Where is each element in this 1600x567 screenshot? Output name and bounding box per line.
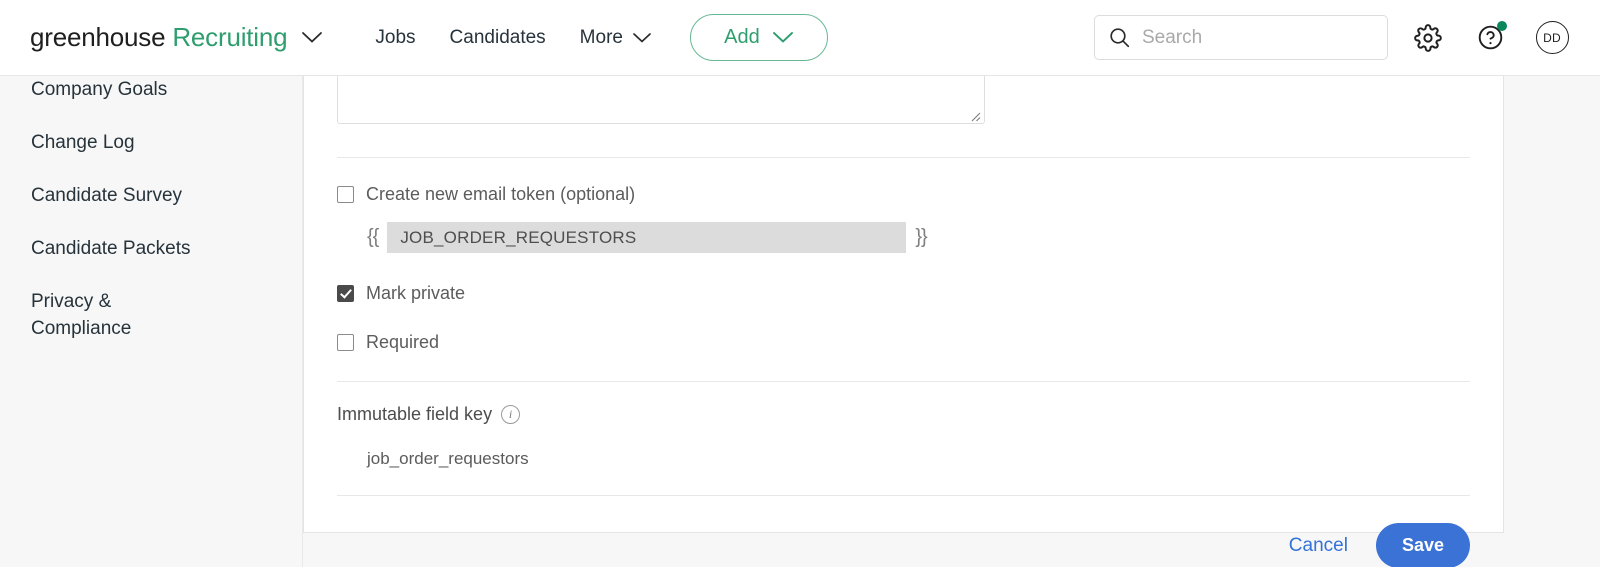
brand-name: greenhouse [30, 22, 166, 52]
create-email-token-label: Create new email token (optional) [366, 184, 636, 204]
sidebar-item-label: Candidate Packets [31, 238, 191, 259]
sidebar-item-privacy-compliance[interactable]: Privacy & Compliance [0, 288, 150, 342]
help-notification-badge [1497, 20, 1507, 31]
gear-icon [1414, 23, 1442, 52]
sidebar-item-candidate-packets[interactable]: Candidate Packets [0, 235, 302, 262]
nav-link-jobs[interactable]: Jobs [375, 27, 415, 49]
card-footer-actions: Cancel Save [337, 523, 1470, 567]
create-email-token-row[interactable]: Create new email token (optional) [337, 184, 1470, 205]
brand-logo[interactable]: greenhouse Recruiting [30, 22, 323, 53]
description-textarea-wrap [337, 76, 1470, 124]
token-close-brace: }} [915, 226, 927, 248]
card-inner: Create new email token (optional) {{ }} … [304, 76, 1503, 567]
sidebar-item-label: Privacy & Compliance [31, 291, 132, 339]
chevron-down-icon [632, 32, 652, 44]
required-row[interactable]: Required [337, 332, 1470, 353]
primary-nav-links: Jobs Candidates More [375, 27, 652, 49]
mark-private-checkbox[interactable] [337, 285, 354, 302]
chevron-down-icon[interactable] [301, 31, 323, 44]
header-right-actions: DD [1094, 15, 1574, 60]
sidebar-navigation: Company Goals Change Log Candidate Surve… [0, 76, 303, 567]
nav-link-candidates[interactable]: Candidates [450, 27, 546, 49]
search-icon [1109, 27, 1130, 48]
token-open-brace: {{ [367, 226, 379, 248]
search-box[interactable] [1094, 15, 1388, 60]
nav-link-jobs-label: Jobs [375, 26, 416, 48]
main-content-area: Create new email token (optional) {{ }} … [303, 76, 1600, 567]
divider-1 [337, 157, 1470, 158]
user-avatar-button[interactable]: DD [1530, 16, 1574, 60]
immutable-field-key-label: Immutable field key [337, 404, 493, 424]
chevron-down-icon [772, 31, 794, 44]
search-input[interactable] [1142, 26, 1373, 49]
email-token-row: {{ }} [367, 222, 1470, 253]
sidebar-item-label: Company Goals [31, 79, 168, 100]
sidebar-item-candidate-survey[interactable]: Candidate Survey [0, 182, 302, 209]
help-button[interactable] [1468, 16, 1512, 60]
divider-2 [337, 381, 1470, 382]
immutable-field-key-value: job_order_requestors [367, 449, 529, 468]
custom-field-edit-card: Create new email token (optional) {{ }} … [303, 76, 1504, 567]
avatar-initials: DD [1543, 30, 1561, 45]
nav-link-candidates-label: Candidates [449, 26, 546, 48]
add-button-label: Add [724, 26, 760, 48]
required-label: Required [366, 332, 440, 352]
description-textarea[interactable] [337, 76, 985, 124]
add-button[interactable]: Add [689, 14, 828, 61]
nav-link-more-label: More [579, 26, 623, 48]
brand-product-name: Recruiting [172, 22, 288, 52]
divider-3 [337, 495, 1470, 496]
cancel-button[interactable]: Cancel [1289, 535, 1348, 557]
settings-button[interactable] [1406, 16, 1450, 60]
sidebar-item-change-log[interactable]: Change Log [0, 129, 302, 156]
sidebar-item-company-goals[interactable]: Company Goals [0, 76, 302, 103]
sidebar-item-label: Change Log [31, 132, 135, 153]
info-circle-icon[interactable]: i [501, 405, 521, 424]
mark-private-label: Mark private [366, 283, 466, 303]
nav-link-more[interactable]: More [580, 27, 652, 49]
sidebar-item-label: Candidate Survey [31, 185, 183, 206]
immutable-field-key-label-row: Immutable field key i [337, 404, 1470, 425]
resize-grip-icon[interactable] [969, 109, 981, 122]
save-button[interactable]: Save [1375, 523, 1470, 567]
email-token-input[interactable] [387, 222, 907, 253]
avatar: DD [1535, 21, 1569, 54]
mark-private-row[interactable]: Mark private [337, 283, 1470, 304]
top-navigation-bar: greenhouse Recruiting Jobs Candidates Mo… [0, 0, 1600, 76]
create-email-token-checkbox[interactable] [337, 186, 354, 203]
required-checkbox[interactable] [337, 334, 354, 351]
